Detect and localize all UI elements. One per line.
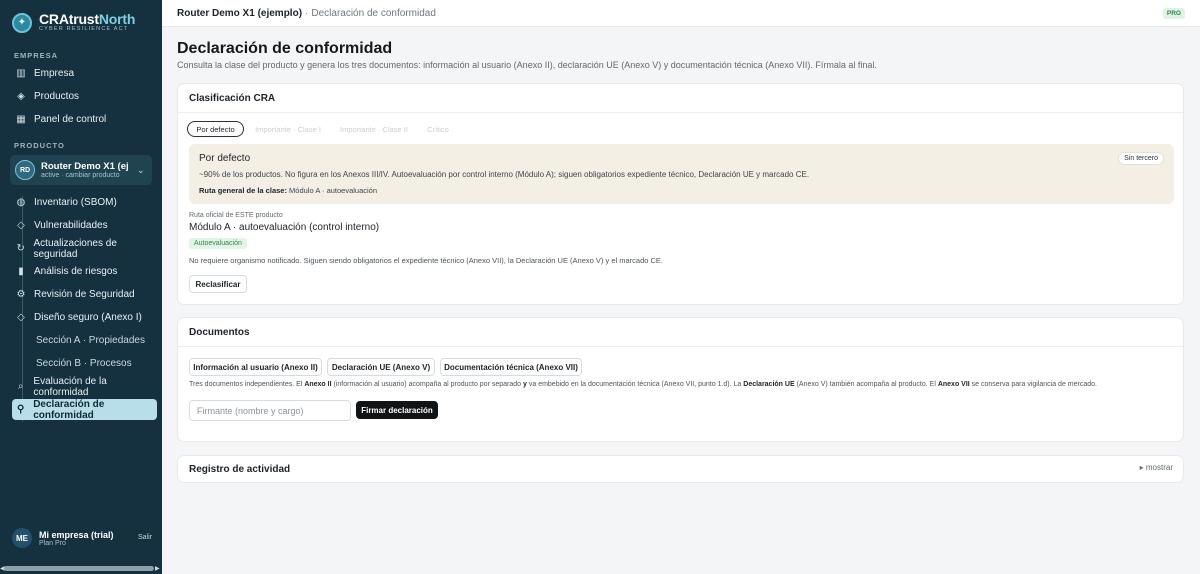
page-description: Consulta la clase del producto y genera … [177,60,877,70]
documents-card: Documentos [177,317,1184,442]
award-icon: ⚲ [16,403,25,415]
sidebar-item-empresa[interactable]: ▥ Empresa [12,63,157,84]
sidebar-item-analisis[interactable]: ▮ Análisis de riesgos [12,261,157,282]
class-info-box: Por defecto Sin tercero ~90% de los prod… [189,144,1174,204]
sidebar-item-inventario[interactable]: ◍ Inventario (SBOM) [12,192,157,213]
doc-annex-vii-button[interactable]: Documentación técnica (Anexo VII) [440,358,582,376]
sidebar-item-evaluacion[interactable]: ⌕ Evaluación de la conformidad [12,376,157,398]
class-pill-important-1[interactable]: Importante · Clase I [248,121,328,137]
brand-name: CRAtrustNorth [39,11,136,27]
sidebar: ✦ CRAtrustNorth CYBER RESILIENCE ACT EMP… [0,0,162,574]
sidebar-item-vulnerabilidades[interactable]: ◇ Vulnerabilidades [12,215,157,236]
logo-icon: ✦ [12,12,32,33]
page-title: Declaración de conformidad [177,40,393,57]
gear-icon: ⚙ [16,288,26,300]
breadcrumb-product[interactable]: Router Demo X1 (ejemplo) [177,8,302,19]
show-activity-toggle[interactable]: ▸ mostrar [1140,463,1173,472]
activity-title: Registro de actividad [189,464,291,475]
route-note: No requiere organismo notificado. Siguen… [189,256,664,265]
sign-declaration-button[interactable]: Firmar declaración [356,401,438,419]
divider [178,112,1183,113]
official-route-label: Ruta oficial de ESTE producto [189,212,283,219]
brand[interactable]: ✦ CRAtrustNorth CYBER RESILIENCE ACT [12,12,135,33]
signer-input[interactable] [189,400,351,421]
shield-icon: ◇ [17,219,25,231]
scroll-right-icon[interactable]: ▶ [155,565,160,572]
bar-chart-icon: ▮ [18,265,24,277]
grid-icon: ▦ [16,113,26,125]
horizontal-scrollbar[interactable] [4,566,154,571]
documents-note: Tres documentos independientes. El Anexo… [189,381,1097,388]
sidebar-item-declaracion[interactable]: ⚲ Declaración de conformidad [12,399,157,421]
sidebar-item-seccion-b[interactable]: Sección B · Procesos [12,353,157,374]
product-status: active · cambiar producto [41,172,120,179]
class-name: Por defecto [199,153,251,164]
sidebar-item-diseno[interactable]: ◇ Diseño seguro (Anexo I) [12,307,157,328]
sidebar-item-panel[interactable]: ▦ Panel de control [12,109,157,130]
building-icon: ▥ [16,67,26,79]
breadcrumb-separator: · [305,7,309,19]
product-avatar: RD [15,160,35,180]
topbar: Router Demo X1 (ejemplo) · Declaración d… [162,0,1200,27]
divider [178,346,1183,347]
product-name: Router Demo X1 (ejemplo) [41,161,129,172]
class-pill-important-2[interactable]: Importante · Clase II [332,121,416,137]
brand-subtitle: CYBER RESILIENCE ACT [39,26,129,32]
package-icon: ◍ [16,196,26,208]
search-icon: ⌕ [17,380,24,392]
plan-badge: PRO [1162,8,1185,19]
doc-annex-ii-button[interactable]: Información al usuario (Anexo II) [189,358,322,376]
activity-card: Registro de actividad ▸ mostrar [177,455,1184,483]
layers-icon: ◈ [17,90,25,102]
doc-annex-v-button[interactable]: Declaración UE (Anexo V) [327,358,435,376]
sidebar-item-actualizaciones[interactable]: ↻ Actualizaciones de seguridad [12,238,157,260]
avatar: ME [12,528,32,548]
refresh-icon: ↻ [16,242,25,254]
third-party-badge: Sin tercero [1118,152,1164,165]
section-label-empresa: EMPRESA [14,51,59,60]
sidebar-item-seccion-a[interactable]: Sección A · Propiedades [12,330,157,351]
class-pill-default[interactable]: Por defecto [187,121,244,137]
user-menu[interactable]: ME Mi empresa (trial) Plan Pro Salir [12,528,152,548]
shield-check-icon: ◇ [17,311,25,323]
status-badge: Autoevaluación [189,238,247,249]
documents-title: Documentos [189,327,250,338]
user-name: Mi empresa (trial) [39,529,114,540]
sidebar-item-productos[interactable]: ◈ Productos [12,86,157,107]
sidebar-item-revision[interactable]: ⚙ Revisión de Seguridad [12,284,157,305]
classification-title: Clasificación CRA [189,93,276,104]
class-description: ~90% de los productos. No figura en los … [199,170,810,179]
breadcrumb-page: Declaración de conformidad [311,7,436,19]
reclassify-button[interactable]: Reclasificar [189,275,247,293]
product-switcher[interactable]: RD Router Demo X1 (ejemplo) active · cam… [10,155,152,185]
user-plan: Plan Pro [39,539,66,547]
chevron-down-icon: ⌄ [137,164,145,175]
logout-button[interactable]: Salir [138,534,152,541]
section-label-producto: PRODUCTO [14,141,65,150]
class-pill-critical[interactable]: Crítico [420,121,456,137]
official-route-value: Módulo A · autoevaluación (control inter… [189,222,380,233]
class-route: Ruta general de la clase: Módulo A · aut… [199,186,378,195]
